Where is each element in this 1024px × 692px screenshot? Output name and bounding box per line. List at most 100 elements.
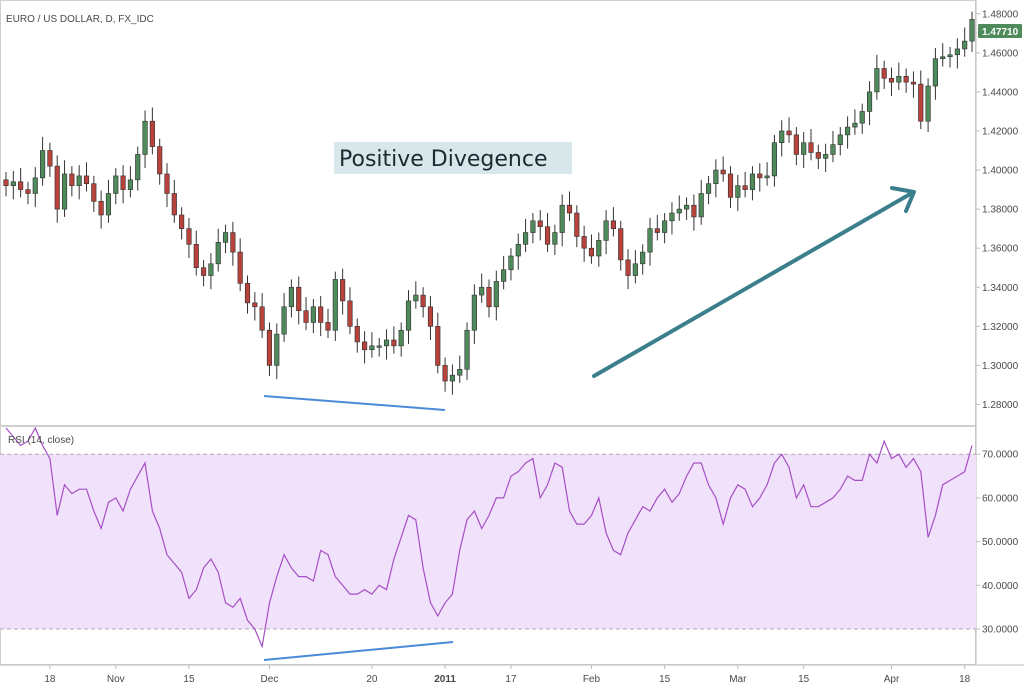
candle-body — [764, 175, 770, 179]
candle — [120, 165, 126, 204]
candle — [449, 364, 455, 395]
candle — [640, 244, 646, 275]
candle-body — [523, 232, 529, 245]
candle — [742, 172, 748, 198]
candle-body — [288, 286, 294, 308]
candle — [186, 217, 192, 258]
candle-body — [427, 306, 434, 327]
candle — [793, 127, 799, 166]
candle-body — [54, 165, 60, 210]
candle-body — [669, 212, 675, 222]
last-price-value: 1.47710 — [982, 27, 1019, 38]
candle — [757, 163, 763, 192]
candle-body — [332, 279, 338, 331]
candle-body — [866, 91, 873, 112]
candle-body — [391, 339, 397, 347]
price-y-tick-label: 1.38000 — [982, 205, 1019, 216]
candle-body — [486, 286, 492, 308]
candle-body — [83, 175, 90, 185]
candle — [105, 179, 112, 223]
candle — [91, 175, 97, 213]
candle — [969, 11, 975, 52]
candle — [823, 143, 829, 172]
candle-body — [610, 220, 616, 229]
candle — [896, 62, 902, 90]
candle — [369, 332, 375, 358]
candle — [779, 120, 785, 157]
candle — [881, 60, 887, 89]
candle-body — [625, 259, 631, 276]
candle-body — [493, 281, 499, 308]
candle-body — [325, 322, 331, 331]
candle — [947, 46, 953, 68]
x-tick-label: 15 — [798, 674, 810, 685]
candle-body — [954, 48, 960, 56]
candle — [684, 197, 690, 220]
candle-body — [808, 142, 814, 153]
candle — [515, 233, 521, 270]
candle — [457, 355, 463, 383]
candle-body — [801, 142, 807, 155]
candle-body — [91, 183, 97, 202]
candle — [815, 144, 821, 170]
candle — [332, 271, 338, 341]
candle — [669, 202, 675, 235]
candle — [164, 163, 170, 208]
candle-body — [596, 240, 602, 257]
candle-body — [18, 181, 24, 190]
candle — [508, 248, 514, 281]
candle-body — [215, 242, 221, 265]
candle-body — [779, 130, 785, 143]
candle-body — [105, 193, 112, 216]
candle — [501, 256, 507, 290]
candle-body — [274, 333, 280, 366]
candle — [376, 338, 382, 357]
candle — [310, 298, 316, 334]
price-y-tick-label: 1.32000 — [982, 322, 1019, 333]
candle-body — [640, 251, 646, 265]
candle-body — [852, 122, 858, 128]
candle-body — [749, 173, 756, 190]
candle-body — [3, 179, 9, 186]
candle — [618, 220, 624, 271]
candle — [171, 179, 177, 223]
uptrend-arrow — [592, 186, 916, 378]
candle-body — [383, 339, 390, 347]
candle-body — [918, 83, 924, 122]
candle — [486, 279, 492, 318]
forex-chart: 1.28000 1.30000 1.32000 1.34000 1.36000 1.380… — [0, 0, 1024, 685]
candle — [632, 250, 638, 284]
candle — [544, 213, 551, 253]
candle — [230, 221, 236, 266]
candle-body — [501, 269, 507, 282]
candle — [157, 138, 163, 185]
candle — [771, 134, 777, 187]
candle — [837, 127, 843, 156]
candle-body — [113, 175, 119, 194]
candle-body — [713, 169, 719, 185]
candle — [581, 225, 587, 262]
candle — [47, 142, 53, 177]
price-y-tick-label: 1.30000 — [982, 361, 1019, 372]
candle-body — [896, 75, 902, 83]
x-tick-label: Dec — [261, 674, 279, 685]
x-tick-label: 2011 — [434, 674, 456, 685]
candle-body — [888, 77, 895, 83]
candle-body — [69, 173, 75, 186]
candle-body — [618, 228, 624, 261]
candle-body — [340, 279, 346, 302]
candle-body — [654, 228, 660, 233]
candle — [149, 107, 155, 155]
candle-body — [464, 329, 470, 370]
price-panel-frame — [0, 0, 976, 426]
candle-body — [574, 212, 580, 237]
candle — [903, 68, 909, 93]
candle-body — [735, 185, 741, 198]
candle-body — [296, 286, 302, 311]
candle — [596, 232, 602, 267]
rsi-y-tick-label: 70.0000 — [982, 450, 1019, 461]
candle — [662, 213, 668, 244]
candle — [25, 181, 31, 205]
candle-body — [720, 169, 726, 175]
candle-body — [40, 150, 46, 179]
